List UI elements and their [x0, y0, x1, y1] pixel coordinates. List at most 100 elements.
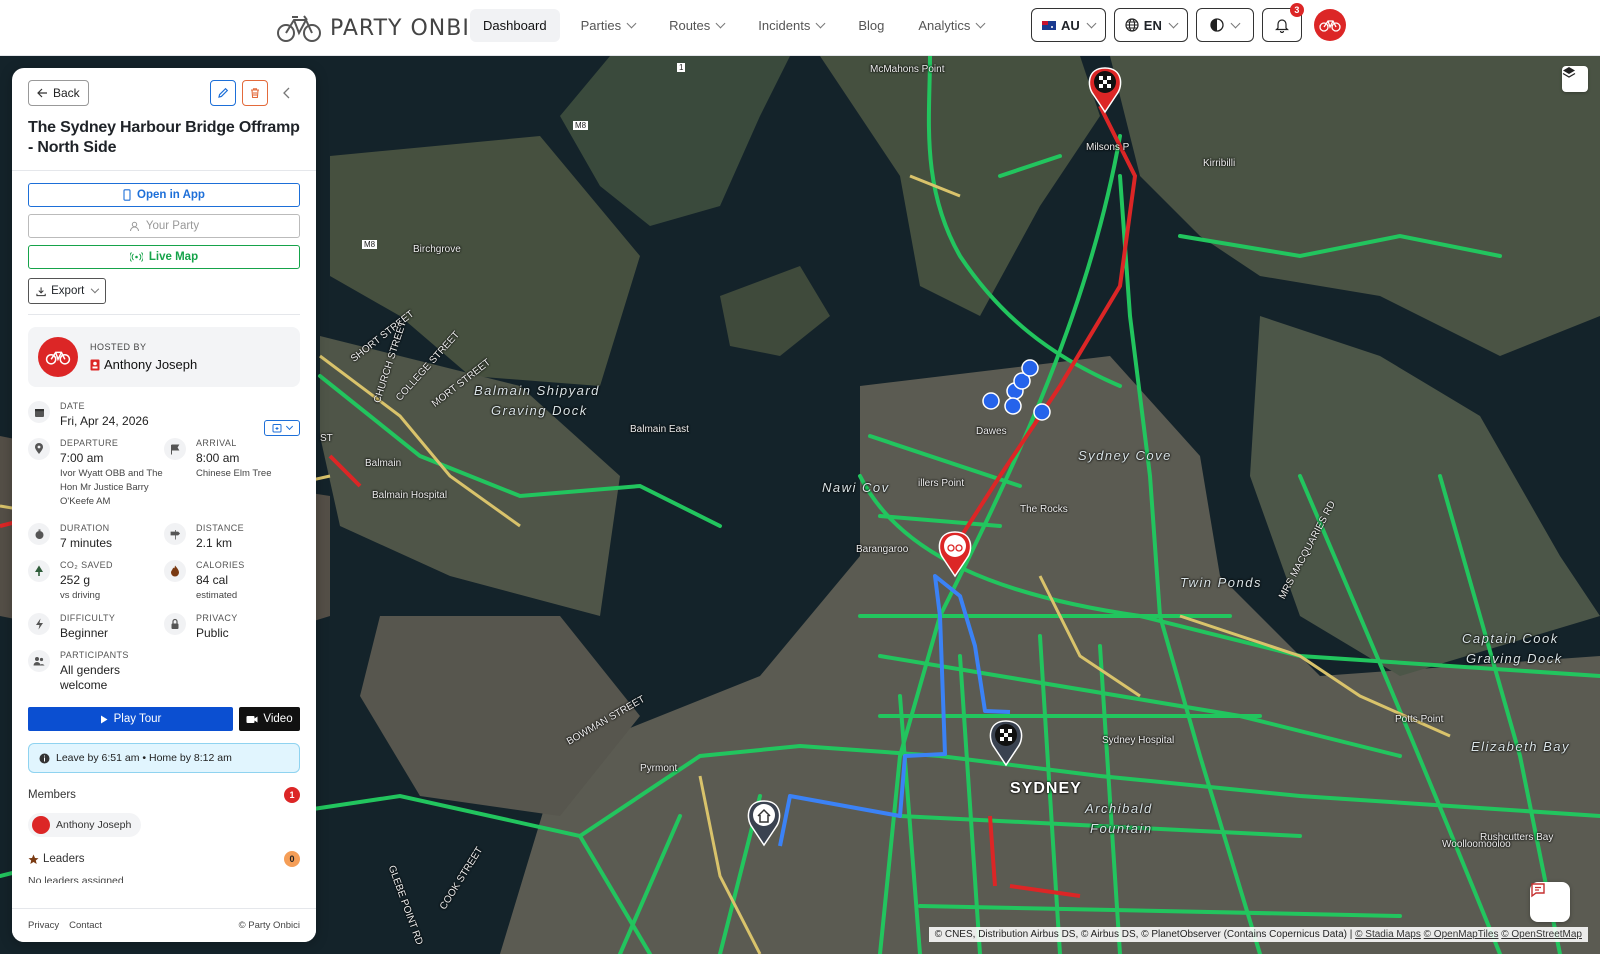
divider	[12, 170, 316, 171]
attribution-text: © CNES, Distribution Airbus DS, © Airbus…	[934, 929, 1353, 940]
add-to-calendar-dropdown[interactable]	[264, 420, 300, 436]
map-label-m8: M8	[573, 121, 589, 130]
contrast-icon	[1210, 18, 1224, 32]
leave-by-text: Leave by 6:51 am • Home by 8:12 am	[56, 752, 232, 764]
privacy-label: PRIVACY	[196, 613, 238, 623]
map-label-balmain: Balmain	[365, 458, 402, 469]
chevron-down-icon	[626, 18, 637, 29]
date-value: Fri, Apr 24, 2026	[60, 414, 149, 428]
chevron-down-icon	[1168, 18, 1179, 28]
distance-label: DISTANCE	[196, 523, 245, 533]
video-button[interactable]: Video	[239, 707, 300, 731]
chevron-down-icon	[1086, 18, 1097, 28]
nav-incidents[interactable]: Incidents	[745, 9, 837, 42]
live-map-button[interactable]: Live Map	[28, 245, 300, 269]
map-label-captain-cook-dock: Graving Dock	[1466, 651, 1563, 666]
host-avatar	[38, 337, 78, 377]
pencil-icon	[218, 87, 229, 98]
export-dropdown[interactable]: Export	[28, 278, 106, 304]
users-icon	[28, 650, 50, 672]
map-label-graving-dock: Graving Dock	[491, 403, 588, 418]
play-tour-label: Play Tour	[113, 713, 162, 725]
nav-blog-label: Blog	[858, 18, 885, 33]
co2-value: 252 g	[60, 573, 91, 587]
host-name-text: Anthony Joseph	[104, 357, 198, 372]
map-label-dawes: Dawes	[976, 426, 1007, 437]
chevron-down-icon	[975, 18, 986, 29]
host-card[interactable]: HOSTED BY Anthony Joseph	[28, 327, 300, 387]
back-button[interactable]: Back	[28, 80, 89, 106]
video-label: Video	[263, 713, 293, 725]
departure-time: 7:00 am	[60, 451, 104, 465]
bike-party-logo-icon	[1319, 20, 1341, 32]
your-party-button[interactable]: Your Party	[28, 214, 300, 238]
attribution-link-openmaptiles[interactable]: © OpenMapTiles	[1424, 929, 1499, 940]
chevron-down-icon	[285, 422, 294, 430]
chevron-down-icon	[815, 18, 826, 29]
map-label-potts-point: Potts Point	[1395, 714, 1444, 725]
country-code: AU	[1061, 17, 1080, 33]
calories-sub: estimated	[196, 590, 238, 601]
difficulty-label: DIFFICULTY	[60, 613, 116, 623]
nav-incidents-label: Incidents	[758, 18, 811, 33]
open-in-app-button[interactable]: Open in App	[28, 183, 300, 207]
nav-dashboard[interactable]: Dashboard	[470, 9, 560, 42]
nav-dashboard-label: Dashboard	[483, 18, 547, 33]
theme-selector[interactable]	[1195, 8, 1254, 42]
chevron-down-icon	[715, 18, 726, 29]
date-label: DATE	[60, 401, 85, 411]
brand-logo[interactable]: PARTY ONBICI	[276, 8, 494, 48]
map-layers-button[interactable]	[1562, 66, 1588, 92]
collapse-panel-button[interactable]	[274, 80, 300, 106]
lightning-icon	[28, 613, 50, 635]
leave-by-notice: Leave by 6:51 am • Home by 8:12 am	[28, 743, 300, 773]
language-selector[interactable]: EN	[1113, 8, 1188, 42]
video-camera-icon	[246, 715, 258, 723]
party-details-panel: Back The Sydney Harbour Bridge Offramp -…	[12, 68, 316, 942]
trash-icon	[251, 88, 259, 99]
nav-analytics-label: Analytics	[918, 18, 971, 33]
your-party-label: Your Party	[145, 220, 200, 232]
notifications-button[interactable]: 3	[1261, 3, 1304, 42]
tree-icon	[28, 560, 50, 582]
chat-button[interactable]	[1530, 882, 1570, 922]
edit-button[interactable]	[210, 80, 236, 106]
map-label-kirribilli: Kirribilli	[1203, 158, 1236, 169]
attribution-link-stadia[interactable]: © Stadia Maps	[1355, 929, 1421, 940]
nav-routes-label: Routes	[669, 18, 711, 33]
departure-field: DEPARTURE 7:00 am Ivor Wyatt OBB and The…	[28, 438, 164, 509]
attribution-link-openstreetmap[interactable]: © OpenStreetMap	[1501, 929, 1582, 940]
delete-button[interactable]	[242, 80, 268, 106]
calories-label: CALORIES	[196, 560, 245, 570]
calories-field: CALORIES 84 cal estimated	[164, 560, 300, 603]
map-label-twin-ponds: Twin Ponds	[1180, 575, 1262, 590]
lock-icon	[164, 613, 186, 635]
privacy-link[interactable]: Privacy	[28, 920, 59, 931]
nav-routes[interactable]: Routes	[656, 9, 737, 42]
nav-parties[interactable]: Parties	[568, 9, 648, 42]
nav-blog[interactable]: Blog	[845, 9, 897, 42]
leaders-count-badge: 0	[284, 851, 300, 867]
nav-parties-label: Parties	[580, 18, 622, 33]
phone-icon	[123, 189, 131, 201]
country-selector[interactable]: AU	[1031, 8, 1106, 42]
member-chip[interactable]: Anthony Joseph	[28, 813, 142, 837]
tour-actions: Play Tour Video	[12, 707, 316, 731]
user-avatar[interactable]	[1313, 9, 1346, 41]
play-icon	[100, 715, 108, 723]
nav-analytics[interactable]: Analytics	[905, 9, 997, 42]
contact-link[interactable]: Contact	[69, 920, 102, 931]
map-label-millers-point: illers Point	[918, 478, 965, 489]
duration-value: 7 minutes	[60, 536, 113, 550]
map-label-birchgrove: Birchgrove	[413, 244, 461, 255]
chevron-down-icon	[91, 284, 100, 294]
map-label-st: ST	[320, 433, 333, 444]
play-tour-button[interactable]: Play Tour	[28, 707, 233, 731]
hosted-by-label: HOSTED BY	[90, 342, 147, 352]
globe-icon	[1125, 18, 1139, 32]
panel-footer: Privacy Contact © Party Onbici	[12, 908, 316, 942]
co2-field: CO₂ SAVED 252 g vs driving	[28, 560, 164, 603]
host-name: Anthony Joseph	[90, 357, 197, 372]
map-label-pyrmont: Pyrmont	[640, 763, 678, 774]
map-label-balmain-hospital: Balmain Hospital	[372, 490, 448, 501]
